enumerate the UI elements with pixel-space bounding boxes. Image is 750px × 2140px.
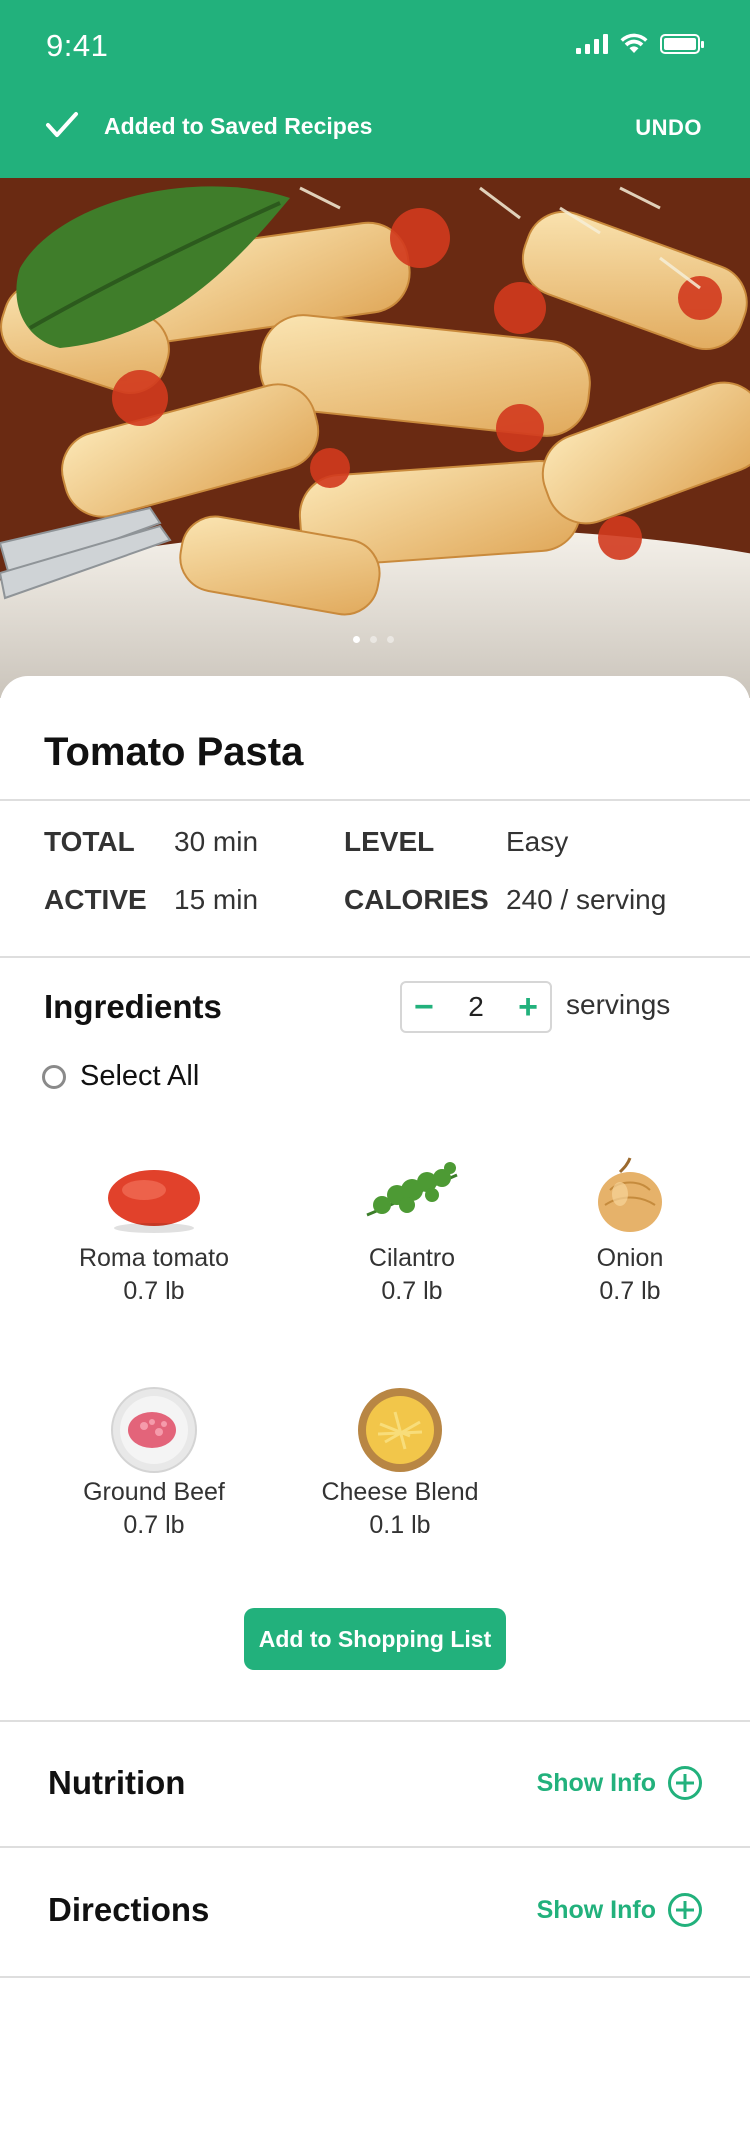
toast-message: Added to Saved Recipes <box>104 113 373 139</box>
recipe-title: Tomato Pasta <box>44 730 304 774</box>
stat-level: LEVEL <box>344 826 434 858</box>
cheese-icon <box>350 1384 450 1474</box>
select-all-toggle[interactable]: Select All <box>42 1060 199 1093</box>
ingredient-name: Cilantro <box>368 1244 456 1272</box>
divider <box>0 1846 750 1848</box>
stat-level-value-wrap: Easy <box>506 826 568 858</box>
decrease-servings-button[interactable]: − <box>414 990 434 1024</box>
servings-stepper: − 2 + <box>400 981 552 1033</box>
ingredient-name: Roma tomato <box>78 1244 230 1272</box>
carousel-dot[interactable] <box>353 636 360 643</box>
select-all-radio-icon[interactable] <box>42 1064 66 1089</box>
stat-total-label: TOTAL <box>44 826 135 857</box>
recipe-hero-image[interactable] <box>0 178 750 698</box>
servings-count: 2 <box>468 991 484 1022</box>
pasta-photo-illustration <box>0 178 750 698</box>
divider <box>0 1720 750 1722</box>
stat-total-value-wrap: 30 min <box>174 826 258 858</box>
plus-circle-icon <box>668 1893 702 1927</box>
plus-circle-icon <box>668 1766 702 1800</box>
cellular-signal-icon <box>576 34 608 54</box>
divider <box>0 956 750 958</box>
directions-show-info-label: Show Info <box>536 1895 656 1924</box>
cilantro-icon <box>362 1150 462 1240</box>
recipe-details-sheet: Tomato Pasta TOTAL 30 min LEVEL Easy ACT… <box>0 676 750 2140</box>
add-to-shopping-list-button[interactable]: Add to Shopping List <box>244 1608 506 1670</box>
wifi-icon <box>620 33 648 53</box>
tomato-icon <box>104 1150 204 1240</box>
directions-title: Directions <box>48 1891 210 1928</box>
stat-active-value-wrap: 15 min <box>174 884 258 916</box>
undo-button[interactable]: UNDO <box>635 115 702 141</box>
ingredient-item[interactable]: Ground Beef 0.7 lb <box>44 1384 264 1540</box>
checkmark-icon <box>46 112 78 137</box>
recipe-screen: 9:41 Added to Saved Recipes UNDO Tomato … <box>0 0 750 2140</box>
status-bar: 9:41 <box>0 0 750 90</box>
ingredient-qty: 0.1 lb <box>369 1511 431 1539</box>
ingredient-name: Onion <box>596 1244 664 1272</box>
ingredient-qty: 0.7 lb <box>599 1277 661 1305</box>
carousel-dot[interactable] <box>370 636 377 643</box>
onion-icon <box>580 1150 680 1240</box>
stat-level-label: LEVEL <box>344 826 435 857</box>
divider <box>0 1976 750 1978</box>
stat-calories-value-wrap: 240 / serving <box>506 884 666 916</box>
ingredient-qty: 0.7 lb <box>123 1511 185 1539</box>
stat-active-label: ACTIVE <box>44 884 147 915</box>
stat-calories-value: 240 / serving <box>506 884 667 915</box>
battery-icon <box>660 34 704 54</box>
increase-servings-button[interactable]: + <box>518 990 538 1024</box>
stat-total-value: 30 min <box>174 826 259 857</box>
ingredient-qty: 0.7 lb <box>381 1277 443 1305</box>
directions-show-info-button[interactable]: Show Info <box>537 1893 702 1927</box>
status-time: 9:41 <box>46 28 109 63</box>
ingredient-item[interactable]: Cilantro 0.7 lb <box>302 1150 522 1306</box>
nutrition-show-info-label: Show Info <box>536 1768 656 1797</box>
ingredient-name: Ground Beef <box>83 1478 225 1506</box>
stat-active: ACTIVE <box>44 884 147 916</box>
select-all-label: Select All <box>80 1060 200 1092</box>
stat-calories-label: CALORIES <box>344 884 489 915</box>
status-icons <box>576 33 704 55</box>
ingredient-item[interactable]: Cheese Blend 0.1 lb <box>290 1384 510 1540</box>
nutrition-show-info-button[interactable]: Show Info <box>537 1766 702 1800</box>
divider <box>0 799 750 801</box>
ingredient-name: Cheese Blend <box>321 1478 479 1506</box>
stat-calories: CALORIES <box>344 884 489 916</box>
servings-label: servings <box>566 989 671 1020</box>
top-banner: 9:41 Added to Saved Recipes UNDO <box>0 0 750 178</box>
carousel-page-dots[interactable] <box>353 636 394 643</box>
ingredient-qty: 0.7 lb <box>123 1277 185 1305</box>
ingredient-item[interactable]: Roma tomato 0.7 lb <box>44 1150 264 1306</box>
nutrition-title: Nutrition <box>48 1764 186 1801</box>
ground-beef-icon <box>104 1384 204 1474</box>
saved-toast: Added to Saved Recipes UNDO <box>0 98 750 158</box>
ingredients-title: Ingredients <box>44 988 222 1025</box>
stat-active-value: 15 min <box>174 884 259 915</box>
stat-level-value: Easy <box>506 826 569 857</box>
ingredient-item[interactable]: Onion 0.7 lb <box>520 1150 740 1306</box>
carousel-dot[interactable] <box>387 636 394 643</box>
stat-total: TOTAL <box>44 826 135 858</box>
